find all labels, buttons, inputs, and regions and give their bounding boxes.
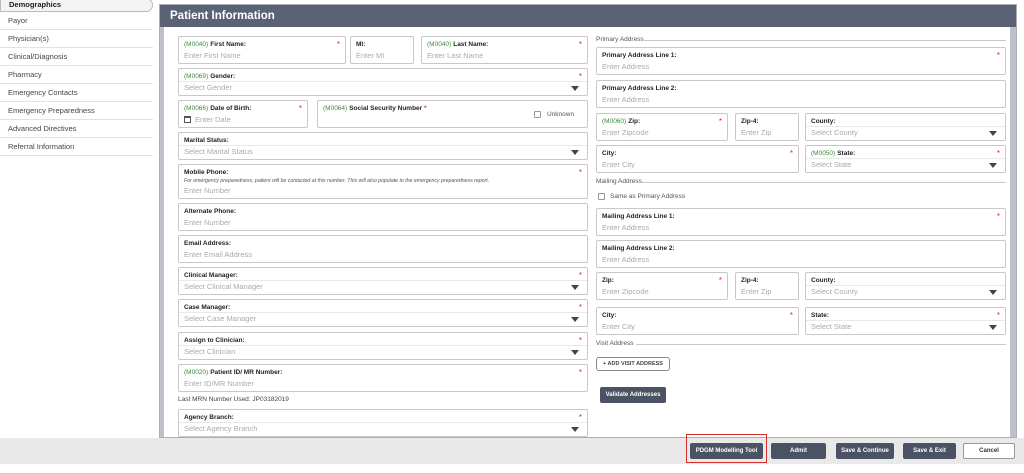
sidebar-item-payor[interactable]: Payor (0, 12, 153, 30)
sidebar-item-clinical-diagnosis[interactable]: Clinical/Diagnosis (0, 48, 153, 66)
primary-county-select[interactable]: County: Select County (805, 113, 1006, 141)
first-name-field[interactable]: (M0040) First Name: * Enter First Name (178, 36, 346, 64)
case-manager-select[interactable]: Case Manager: * Select Case Manager (178, 299, 588, 327)
alternate-phone-field[interactable]: Alternate Phone: Enter Number (178, 203, 588, 231)
cancel-button[interactable]: Cancel (963, 443, 1015, 459)
sidebar-item-advanced-directives[interactable]: Advanced Directives (0, 120, 153, 138)
mailing-county-select[interactable]: County: Select County (805, 272, 1006, 300)
pdgm-highlight-box (686, 434, 767, 463)
agency-branch-select[interactable]: Agency Branch: * Select Agency Branch (178, 409, 588, 437)
last-name-field[interactable]: (M0040) Last Name: * Enter Last Name (421, 36, 588, 64)
mailing-address-line2-field[interactable]: Mailing Address Line 2: Enter Address (596, 240, 1006, 268)
email-field[interactable]: Email Address: Enter Email Address (178, 235, 588, 263)
save-exit-button[interactable]: Save & Exit (903, 443, 956, 459)
mailing-zip4-field[interactable]: Zip-4: Enter Zip (735, 272, 799, 300)
mailing-zip-field[interactable]: Zip: * Enter Zipcode (596, 272, 728, 300)
mailing-state-select[interactable]: State: * Select State (805, 307, 1006, 335)
clinical-manager-select[interactable]: Clinical Manager: * Select Clinical Mana… (178, 267, 588, 295)
chevron-down-icon (571, 150, 579, 155)
mobile-phone-field[interactable]: Mobile Phone: * For emergency preparedne… (178, 164, 588, 199)
primary-zip4-field[interactable]: Zip-4: Enter Zip (735, 113, 799, 141)
marital-status-select[interactable]: Marital Status: Select Marital Status (178, 132, 588, 160)
chevron-down-icon (989, 290, 997, 295)
same-as-primary-checkbox[interactable] (598, 193, 605, 200)
chevron-down-icon (571, 285, 579, 290)
mailing-address-line1-field[interactable]: Mailing Address Line 1: * Enter Address (596, 208, 1006, 236)
sidebar-item-emergency-preparedness[interactable]: Emergency Preparedness (0, 102, 153, 120)
panel-body: (M0040) First Name: * Enter First Name MI… (164, 27, 1010, 437)
sidebar-item-demographics[interactable]: Demographics (0, 0, 153, 12)
required-mark: * (336, 40, 340, 49)
primary-address-heading: Primary Address (596, 36, 644, 43)
chevron-down-icon (571, 317, 579, 322)
validate-addresses-button[interactable]: Validate Addresses (600, 387, 666, 403)
sidebar-item-referral-information[interactable]: Referral Information (0, 138, 153, 156)
mailing-address-heading: Mailing Address (596, 178, 642, 185)
chevron-down-icon (571, 350, 579, 355)
footer-action-bar: PDGM Modelling Tool Admit Save & Continu… (0, 438, 1024, 464)
chevron-down-icon (989, 131, 997, 136)
sidebar-item-emergency-contacts[interactable]: Emergency Contacts (0, 84, 153, 102)
last-mrn-text: Last MRN Number Used: JP03182019 (178, 396, 289, 403)
sidebar-item-physicians[interactable]: Physician(s) (0, 30, 153, 48)
save-continue-button[interactable]: Save & Continue (836, 443, 894, 459)
patient-id-field[interactable]: (M0020) Patient ID/ MR Number: * Enter ID… (178, 364, 588, 392)
same-as-primary-label: Same as Primary Address (610, 193, 686, 200)
primary-city-field[interactable]: City: * Enter City (596, 145, 799, 173)
primary-state-select[interactable]: (M0050) State: * Select State (805, 145, 1006, 173)
ssn-unknown-checkbox[interactable] (534, 111, 541, 118)
chevron-down-icon (571, 427, 579, 432)
primary-zip-field[interactable]: (M0060) Zip: * Enter Zipcode (596, 113, 728, 141)
primary-address-line1-field[interactable]: Primary Address Line 1: * Enter Address (596, 47, 1006, 75)
sidebar-item-pharmacy[interactable]: Pharmacy (0, 66, 153, 84)
clinician-select[interactable]: Assign to Clinician: * Select Clinician (178, 332, 588, 360)
first-name-placeholder: Enter First Name (184, 51, 241, 60)
add-visit-address-button[interactable]: + ADD VISIT ADDRESS (596, 357, 670, 371)
mailing-city-field[interactable]: City: * Enter City (596, 307, 799, 335)
chevron-down-icon (989, 163, 997, 168)
calendar-icon[interactable] (184, 116, 191, 123)
sidebar-nav: Demographics Payor Physician(s) Clinical… (0, 0, 153, 160)
chevron-down-icon (989, 325, 997, 330)
ssn-field[interactable]: (M0064) Social Security Number * Unknown (317, 100, 588, 128)
primary-address-line2-field[interactable]: Primary Address Line 2: Enter Address (596, 80, 1006, 108)
chevron-down-icon (571, 86, 579, 91)
date-of-birth-field[interactable]: (M0066) Date of Birth: * Enter Date (178, 100, 308, 128)
mi-field[interactable]: MI: Enter MI (350, 36, 414, 64)
admit-button[interactable]: Admit (771, 443, 826, 459)
panel-title: Patient Information (160, 5, 1016, 27)
patient-information-panel: Patient Information (M0040) First Name: *… (159, 4, 1017, 438)
gender-select[interactable]: (M0069) Gender: * Select Gender (178, 68, 588, 96)
visit-address-heading: Visit Address (596, 340, 634, 347)
